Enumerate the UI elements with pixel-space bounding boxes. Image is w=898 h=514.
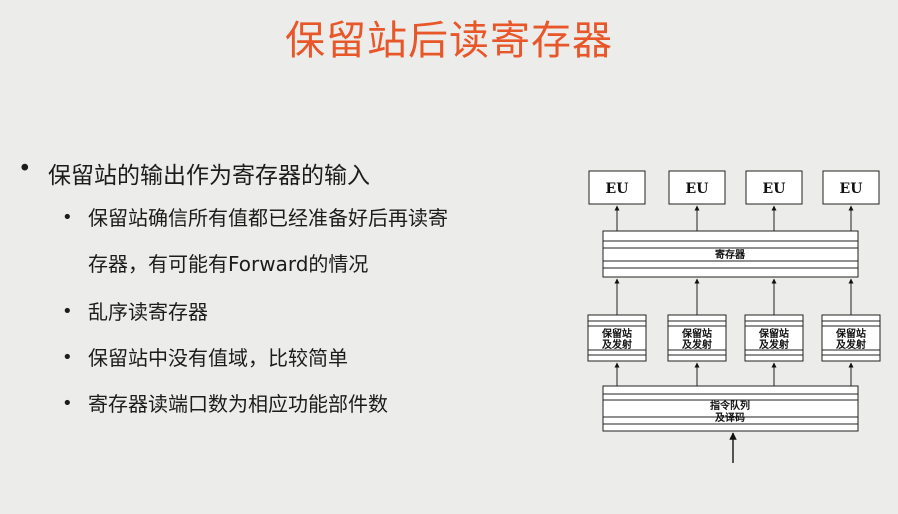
eu-label: EU — [840, 181, 863, 197]
rs-label: 及发射 — [759, 338, 789, 351]
bullet-dot-icon: • — [18, 156, 32, 182]
architecture-diagram: EU EU EU EU 寄存器 保留站 及发射 保留站 及发射 保留站 及发射 … — [587, 170, 881, 463]
eu-label: EU — [606, 181, 629, 197]
bullet-text: 保留站确信所有值都已经准备好后再读寄 — [88, 206, 448, 230]
bullet-dot-icon: • — [62, 301, 73, 322]
queue-label: 指令队列 — [710, 399, 750, 412]
rs-label: 及发射 — [836, 338, 866, 351]
bullet-text: 保留站中没有值域，比较简单 — [88, 346, 348, 370]
bullet-dot-icon: • — [62, 393, 73, 414]
eu-label: EU — [686, 181, 709, 197]
queue-label: 及译码 — [715, 411, 745, 424]
rs-label: 保留站 — [681, 327, 712, 340]
rs-label: 及发射 — [602, 338, 632, 351]
bullet-dot-icon: • — [62, 347, 73, 368]
slide-title: 保留站后读寄存器 — [285, 18, 613, 64]
bullet-text-continued: 存器，有可能有Forward的情况 — [88, 252, 369, 276]
eu-label: EU — [763, 181, 786, 197]
register-label: 寄存器 — [715, 248, 746, 261]
bullet-dot-icon: • — [62, 207, 73, 228]
bullet-text: 乱序读寄存器 — [88, 300, 208, 324]
slide: 保留站后读寄存器 • 保留站的输出作为寄存器的输入 • 保留站确信所有值都已经准… — [0, 0, 898, 514]
bullet-text: 保留站的输出作为寄存器的输入 — [48, 163, 370, 189]
rs-label: 保留站 — [758, 327, 789, 340]
rs-label: 及发射 — [682, 338, 712, 351]
rs-label: 保留站 — [835, 327, 866, 340]
rs-label: 保留站 — [601, 327, 632, 340]
bullet-text: 寄存器读端口数为相应功能部件数 — [88, 392, 388, 416]
